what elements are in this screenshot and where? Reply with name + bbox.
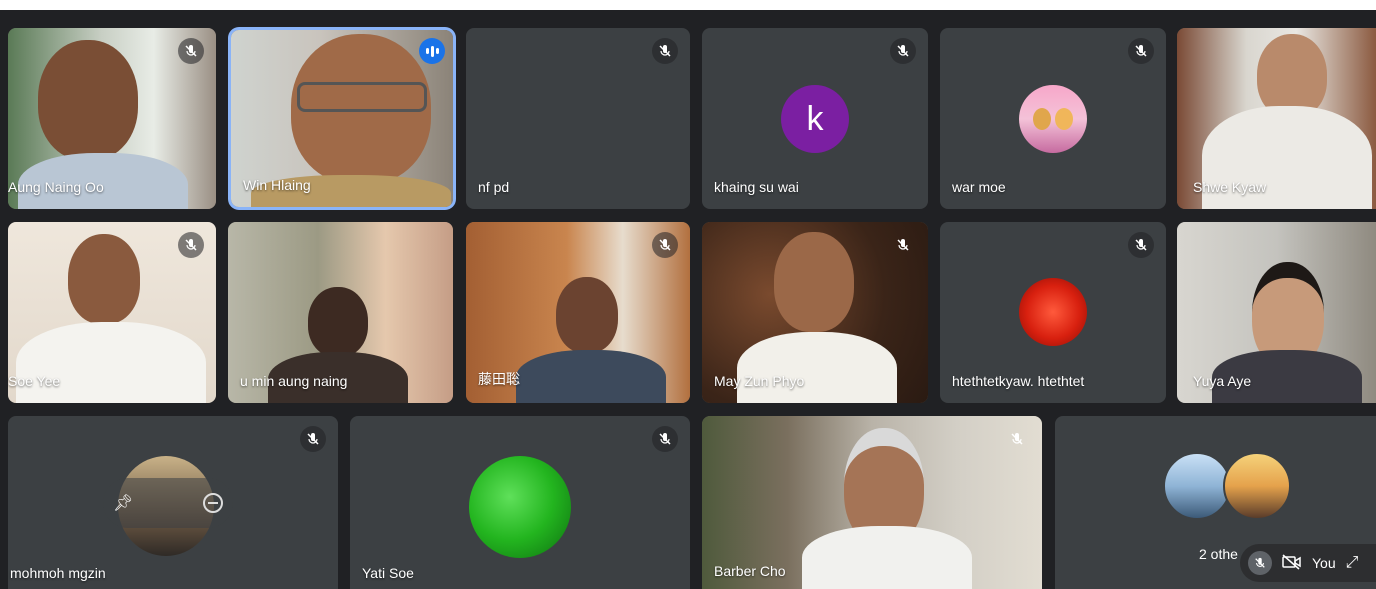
participant-face: [774, 232, 854, 332]
others-count-label: 2 othe: [1199, 546, 1238, 562]
participant-body: [737, 332, 897, 403]
participant-name: mohmoh mgzin: [10, 565, 106, 581]
remove-icon[interactable]: [203, 493, 223, 513]
mic-off-icon: [890, 232, 916, 258]
avatar: [1223, 452, 1291, 520]
participant-tile[interactable]: war moe: [940, 28, 1166, 209]
participant-name: war moe: [952, 179, 1006, 195]
mic-off-icon: [1128, 38, 1154, 64]
participant-face: [68, 234, 140, 324]
mic-off-icon: [1128, 232, 1154, 258]
participant-name: Shwe Kyaw: [1193, 179, 1267, 195]
participant-tile[interactable]: k khaing su wai: [702, 28, 928, 209]
mic-off-icon: [300, 426, 326, 452]
participant-name: Aung Naing Oo: [8, 179, 104, 195]
participant-tile[interactable]: 藤田聡: [466, 222, 690, 403]
participant-name: 藤田聡: [478, 371, 520, 387]
participant-name: u min aung naing: [240, 373, 348, 389]
participant-name: Yati Soe: [362, 565, 414, 581]
mic-off-icon: [652, 232, 678, 258]
participant-face: [556, 277, 618, 353]
participant-name: Win Hlaing: [243, 177, 311, 193]
participant-body: [16, 322, 206, 403]
mic-off-icon: [890, 38, 916, 64]
participant-tile[interactable]: Soe Yee: [8, 222, 216, 403]
mic-off-icon: [178, 38, 204, 64]
participant-name: Yuya Aye: [1193, 373, 1252, 389]
participant-tile[interactable]: Yuya Aye: [1177, 222, 1376, 403]
participant-tile[interactable]: May Zun Phyo: [702, 222, 928, 403]
tile-hover-controls: 📌︎: [103, 478, 233, 528]
participant-tile[interactable]: nf pd: [466, 28, 690, 209]
participant-tile[interactable]: u min aung naing: [228, 222, 453, 403]
participant-face: [308, 287, 368, 357]
participant-tile[interactable]: Barber Cho: [702, 416, 1042, 589]
participant-name: Soe Yee: [8, 373, 61, 389]
glasses: [297, 82, 427, 112]
avatar: [469, 456, 571, 558]
mic-off-icon: [652, 426, 678, 452]
participant-name: May Zun Phyo: [714, 373, 805, 389]
participant-tile-active-speaker[interactable]: Win Hlaing: [231, 30, 453, 207]
mic-off-icon: [178, 232, 204, 258]
expand-icon[interactable]: ⤢: [1346, 554, 1359, 572]
participant-face: [38, 40, 138, 160]
participant-tile[interactable]: Yati Soe: [350, 416, 690, 589]
avatar: [1019, 85, 1087, 153]
participant-tile[interactable]: 📌︎ mohmoh mgzin: [8, 416, 338, 589]
participant-body: [802, 526, 972, 589]
pin-icon[interactable]: 📌︎: [113, 493, 133, 513]
participant-name: htethtetkyaw. htethtet: [952, 373, 1085, 389]
participant-tile[interactable]: Shwe Kyaw: [1177, 28, 1376, 209]
speaking-indicator-icon: [419, 38, 445, 64]
self-view-controls: You ⤢: [1240, 544, 1376, 582]
avatar: [1163, 452, 1231, 520]
participant-name: Barber Cho: [714, 563, 786, 579]
mic-off-icon[interactable]: [1248, 551, 1272, 575]
mic-off-icon: [1004, 426, 1030, 452]
participant-body: [516, 350, 666, 403]
participant-tile[interactable]: htethtetkyaw. htethtet: [940, 222, 1166, 403]
participant-name: nf pd: [478, 179, 510, 195]
avatar: [1019, 278, 1087, 346]
top-bar: [0, 0, 1376, 10]
avatar: k: [781, 85, 849, 153]
participant-tile[interactable]: Aung Naing Oo: [8, 28, 216, 209]
mic-off-icon: [652, 38, 678, 64]
self-label: You: [1312, 555, 1336, 571]
camera-off-icon[interactable]: [1282, 553, 1302, 573]
participant-name: khaing su wai: [714, 179, 799, 195]
